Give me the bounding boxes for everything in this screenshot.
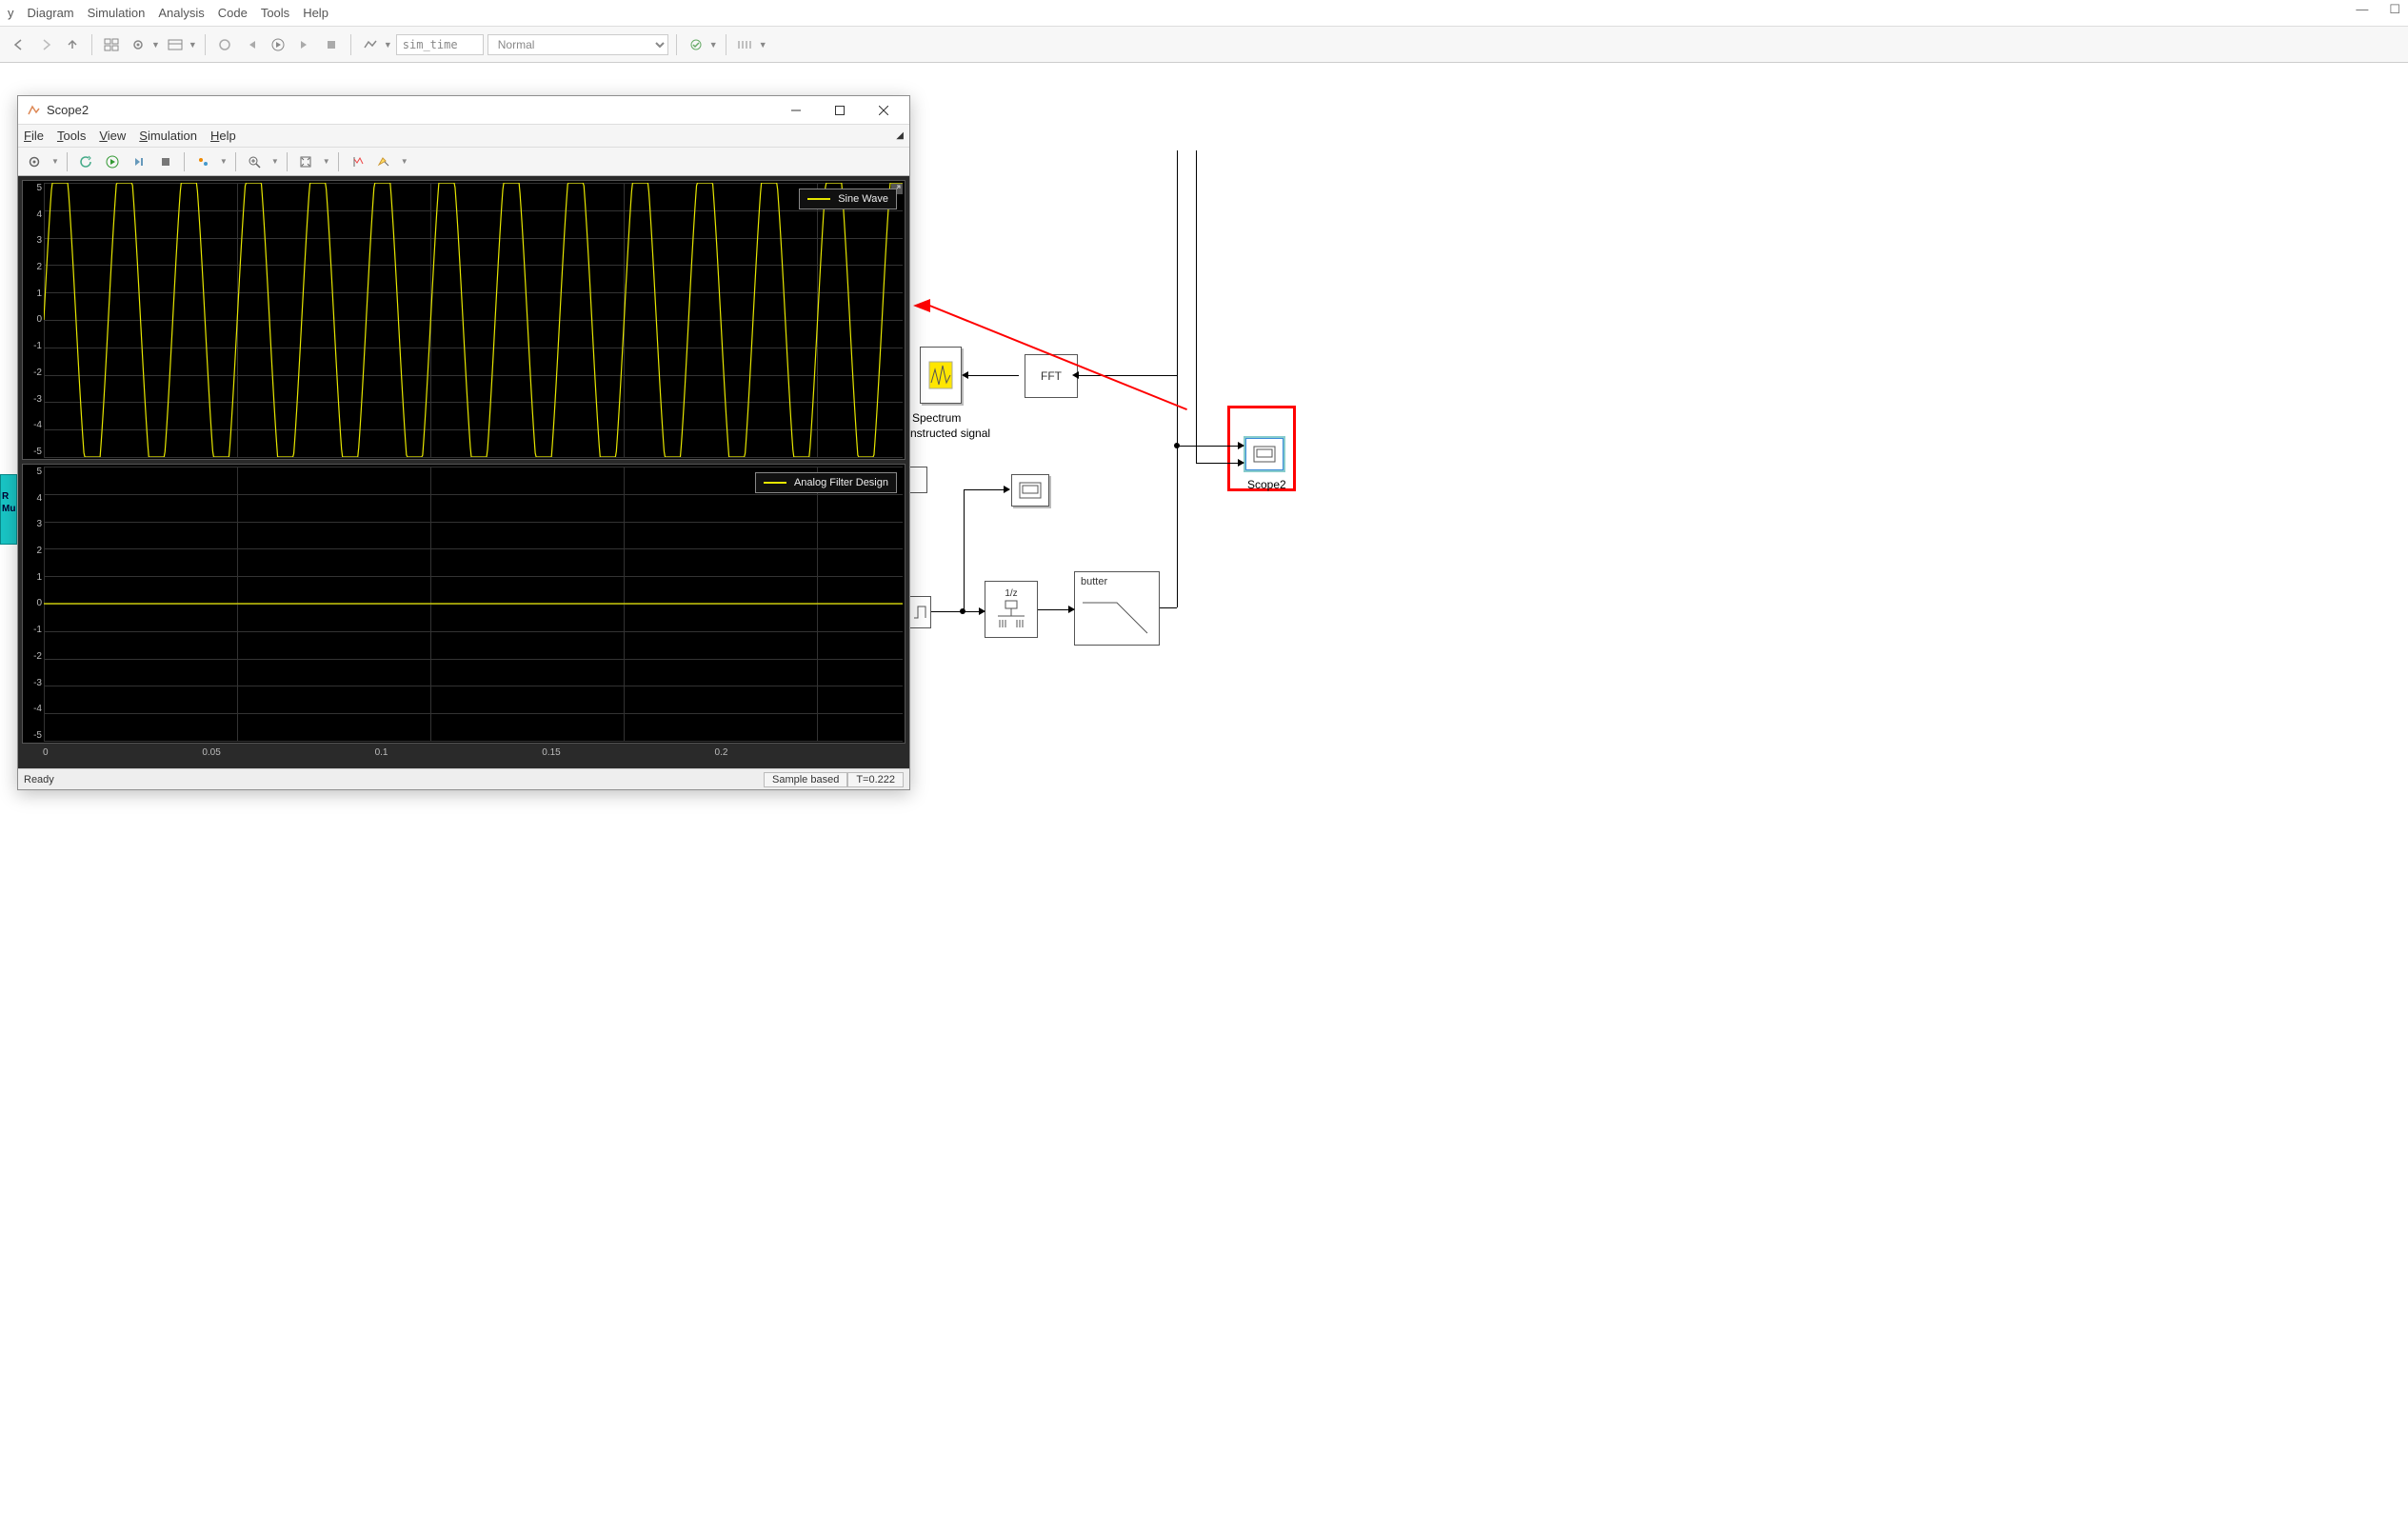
scope-toolbar: ▼ ▼ ▼ ▼ ▼ [18,148,909,176]
build-icon[interactable] [685,33,707,56]
model-config-icon[interactable] [127,33,149,56]
outer-window-controls: — ☐ [2356,2,2400,17]
scope-block-1[interactable] [1011,474,1049,507]
status-time: T=0.222 [847,772,904,787]
scope-menubar: FFileile Tools View Simulation Help ◢ [18,125,909,148]
plot-analog-filter[interactable]: 543210-1-2-3-4-5 Analog Filter Design [22,464,905,744]
spectrum-label-2: nstructed signal [910,427,990,440]
autoscale-icon[interactable] [295,151,316,172]
dropdown-icon[interactable]: ▼ [759,40,767,50]
zoom-icon[interactable] [244,151,265,172]
config-icon[interactable] [24,151,45,172]
scope-menu-help[interactable]: Help [210,129,236,143]
library-browser-icon[interactable] [100,33,123,56]
sim-mode-select[interactable]: Normal [488,34,668,55]
menu-analysis[interactable]: Analysis [158,6,204,20]
dropdown-icon[interactable]: ▼ [51,157,59,166]
spectrum-label-1: Spectrum [912,411,961,425]
main-menubar: y Diagram Simulation Analysis Code Tools… [0,0,2408,27]
menu-diagram[interactable]: Diagram [28,6,74,20]
scope2-label: Scope2 [1247,478,1286,491]
dropdown-icon[interactable]: ▼ [384,40,392,50]
partial-block-2[interactable] [910,596,931,628]
legend-2[interactable]: Analog Filter Design [755,472,897,493]
scope-menu-more-icon[interactable]: ◢ [896,130,904,141]
highlight-icon[interactable] [373,151,394,172]
partial-block-1[interactable] [910,467,927,493]
dropdown-icon[interactable]: ▼ [271,157,279,166]
scope2-block[interactable] [1245,438,1284,470]
dropdown-icon[interactable]: ▼ [220,157,228,166]
scope-titlebar[interactable]: Scope2 [18,96,909,125]
status-mode: Sample based [764,772,847,787]
legend-1[interactable]: Sine Wave [799,189,897,209]
measure-icon[interactable] [347,151,368,172]
close-button[interactable] [862,96,905,125]
scope-menu-view[interactable]: View [99,129,126,143]
data-inspector-icon[interactable] [359,33,382,56]
dropdown-icon[interactable]: ▼ [189,40,197,50]
scope-menu-tools[interactable]: Tools [57,129,86,143]
dropdown-icon[interactable]: ▼ [323,157,330,166]
menu-simulation[interactable]: Simulation [88,6,146,20]
unit-delay-block[interactable]: 1/z [985,581,1038,638]
outer-minimize-icon[interactable]: — [2356,2,2368,17]
trigger-icon[interactable] [192,151,213,172]
butter-filter-block[interactable]: butter [1074,571,1160,646]
logic-analyzer-icon[interactable] [734,33,757,56]
restart-icon[interactable] [75,151,96,172]
nav-up-icon[interactable] [61,33,84,56]
matlab-icon [26,103,41,118]
step-back-icon[interactable] [240,33,263,56]
run-icon[interactable] [267,33,289,56]
scope-plot-area: 543210-1-2-3-4-5 Sine Wave 543210-1-2-3-… [18,176,909,768]
xaxis: 00.050.10.150.2 [22,747,905,765]
menu-help[interactable]: Help [303,6,328,20]
minimize-button[interactable] [774,96,818,125]
stop-icon[interactable] [155,151,176,172]
yaxis-1: 543210-1-2-3-4-5 [23,181,44,459]
dropdown-icon[interactable]: ▼ [151,40,160,50]
model-explorer-icon[interactable] [164,33,187,56]
play-icon[interactable] [102,151,123,172]
status-ready: Ready [24,774,54,785]
scope-menu-simulation[interactable]: Simulation [139,129,197,143]
nav-forward-icon[interactable] [34,33,57,56]
menu-code[interactable]: Code [218,6,248,20]
partial-block-left[interactable]: RMu [0,474,17,545]
dropdown-icon[interactable]: ▼ [401,157,408,166]
scope-menu-file[interactable]: FFileile [24,129,44,143]
maximize-button[interactable] [818,96,862,125]
sim-time-input[interactable] [396,34,484,55]
step-icon[interactable] [129,151,149,172]
plot-sine-wave[interactable]: 543210-1-2-3-4-5 Sine Wave [22,180,905,460]
menu-tools[interactable]: Tools [261,6,289,20]
stop-icon[interactable] [320,33,343,56]
scope-statusbar: Ready Sample based T=0.222 [18,768,909,789]
dropdown-icon[interactable]: ▼ [709,40,718,50]
menu-y[interactable]: y [8,6,14,20]
outer-maximize-icon[interactable]: ☐ [2389,2,2400,17]
yaxis-2: 543210-1-2-3-4-5 [23,465,44,743]
spectrum-analyzer-block[interactable] [920,347,962,404]
nav-back-icon[interactable] [8,33,30,56]
step-forward-icon[interactable] [293,33,316,56]
main-toolbar: ▼ ▼ ▼ Normal ▼ ▼ [0,27,2408,63]
fast-restart-icon[interactable] [213,33,236,56]
scope-title: Scope2 [47,103,89,117]
scope-window: Scope2 FFileile Tools View Simulation He… [17,95,910,790]
